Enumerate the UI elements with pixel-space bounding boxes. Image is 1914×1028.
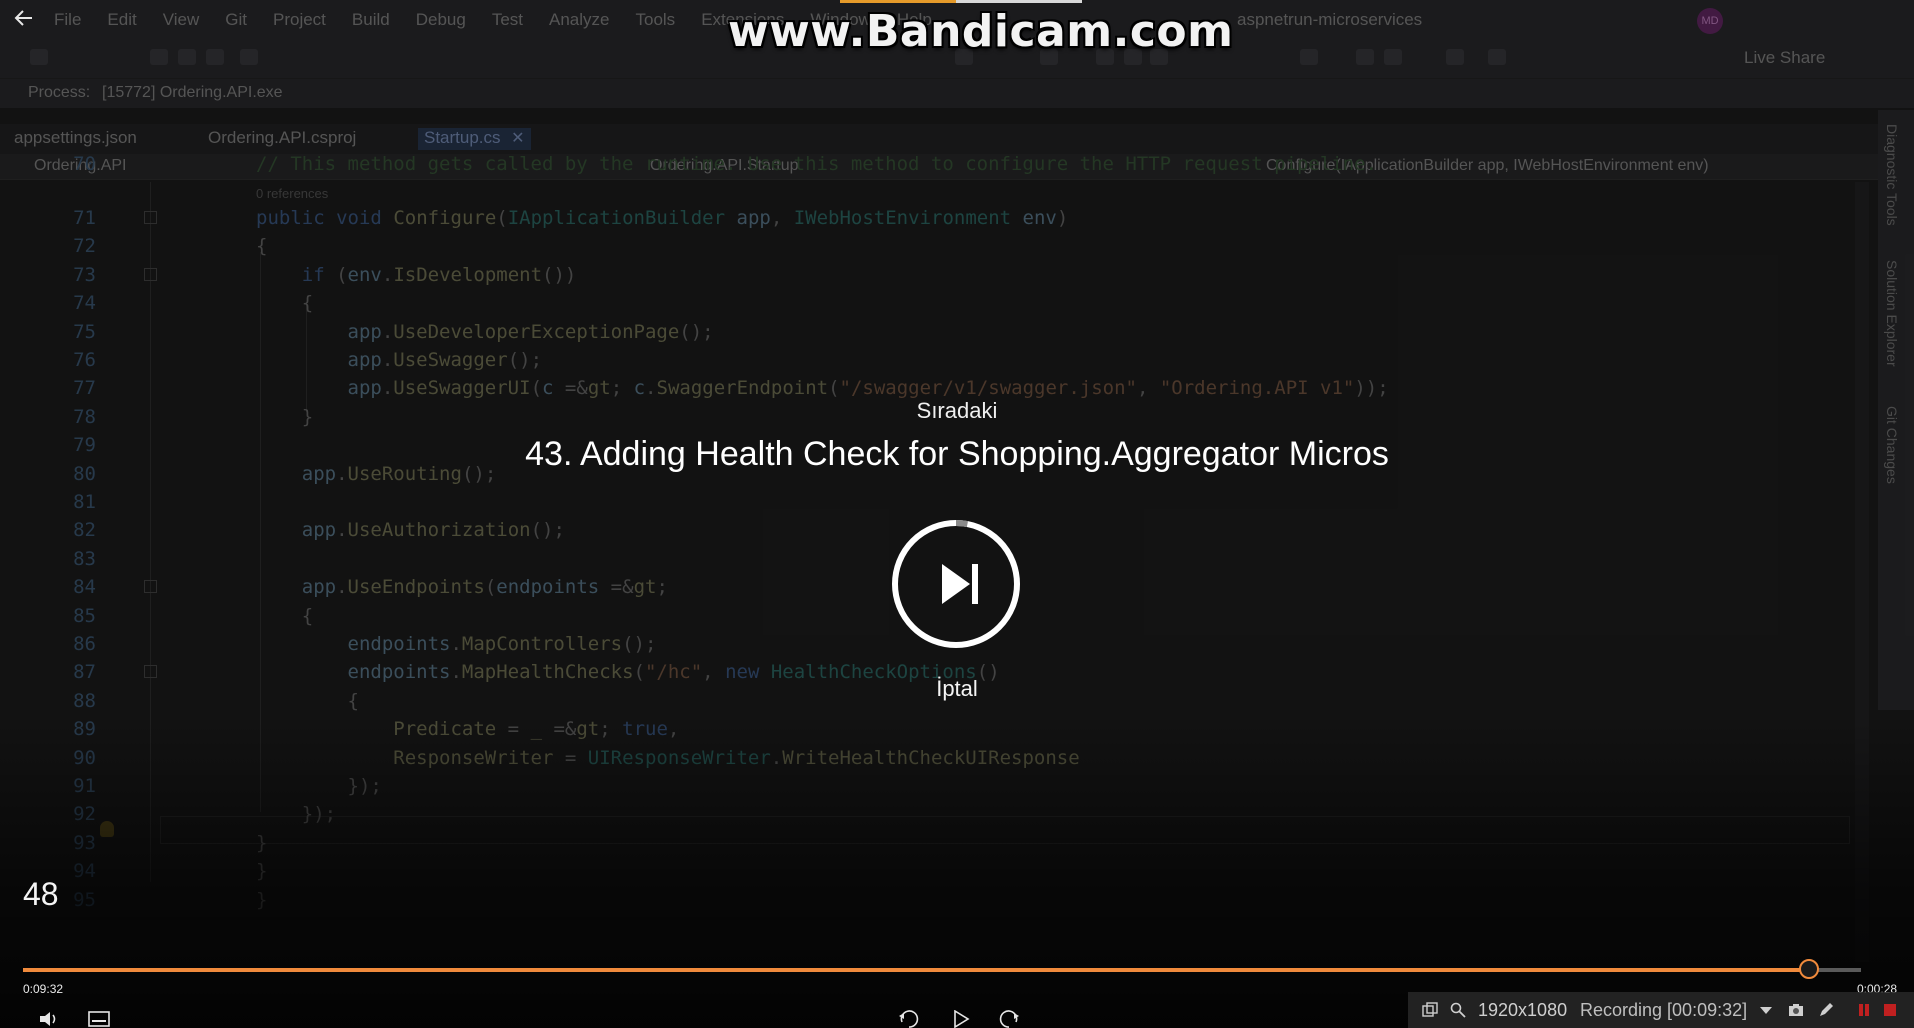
window-mode-icon: [1422, 1002, 1438, 1017]
play-icon: [954, 1009, 970, 1028]
back-arrow-icon: [14, 10, 32, 26]
up-next-title: 43. Adding Health Check for Shopping.Agg…: [525, 435, 1389, 473]
controls-gradient: [0, 720, 1914, 1028]
seek-bar[interactable]: [23, 959, 1861, 979]
recording-time: Recording [00:09:32]: [1580, 1000, 1748, 1020]
countdown-seconds: 48: [23, 876, 59, 912]
time-elapsed: 0:09:32: [23, 982, 64, 996]
rewind-icon: [899, 1010, 919, 1028]
bandicam-recording-bar: 1920x1080 Recording [00:09:32]: [1408, 992, 1914, 1028]
seek-bar-fill: [23, 968, 1809, 972]
volume-button[interactable]: [38, 1010, 62, 1028]
forward-icon: [999, 1010, 1019, 1028]
forward-30-button[interactable]: [998, 1010, 1020, 1028]
bandicam-watermark: www.Bandicam.com: [728, 6, 1234, 57]
recording-resolution: 1920x1080: [1478, 1000, 1568, 1020]
pencil-icon: [1820, 1003, 1833, 1016]
watermark-bar-secondary: [956, 0, 1082, 3]
captions-button[interactable]: [88, 1010, 110, 1028]
cancel-button[interactable]: İptal: [0, 676, 1914, 702]
stop-recording-icon: [1884, 1004, 1896, 1016]
skip-next-icon: [892, 520, 1020, 648]
play-button[interactable]: [952, 1009, 970, 1028]
play-next-button[interactable]: [890, 518, 1022, 650]
volume-icon: [40, 1012, 56, 1026]
seek-bar-thumb[interactable]: [1798, 959, 1819, 979]
up-next-label: Sıradaki: [916, 398, 998, 423]
pause-recording-icon: [1859, 1004, 1869, 1016]
captions-icon: [88, 1011, 110, 1027]
search-icon: [1450, 1002, 1466, 1018]
back-button[interactable]: [8, 2, 40, 34]
dropdown-icon: [1760, 1007, 1772, 1014]
rewind-10-button[interactable]: [898, 1010, 920, 1028]
camera-icon: [1789, 1004, 1803, 1016]
